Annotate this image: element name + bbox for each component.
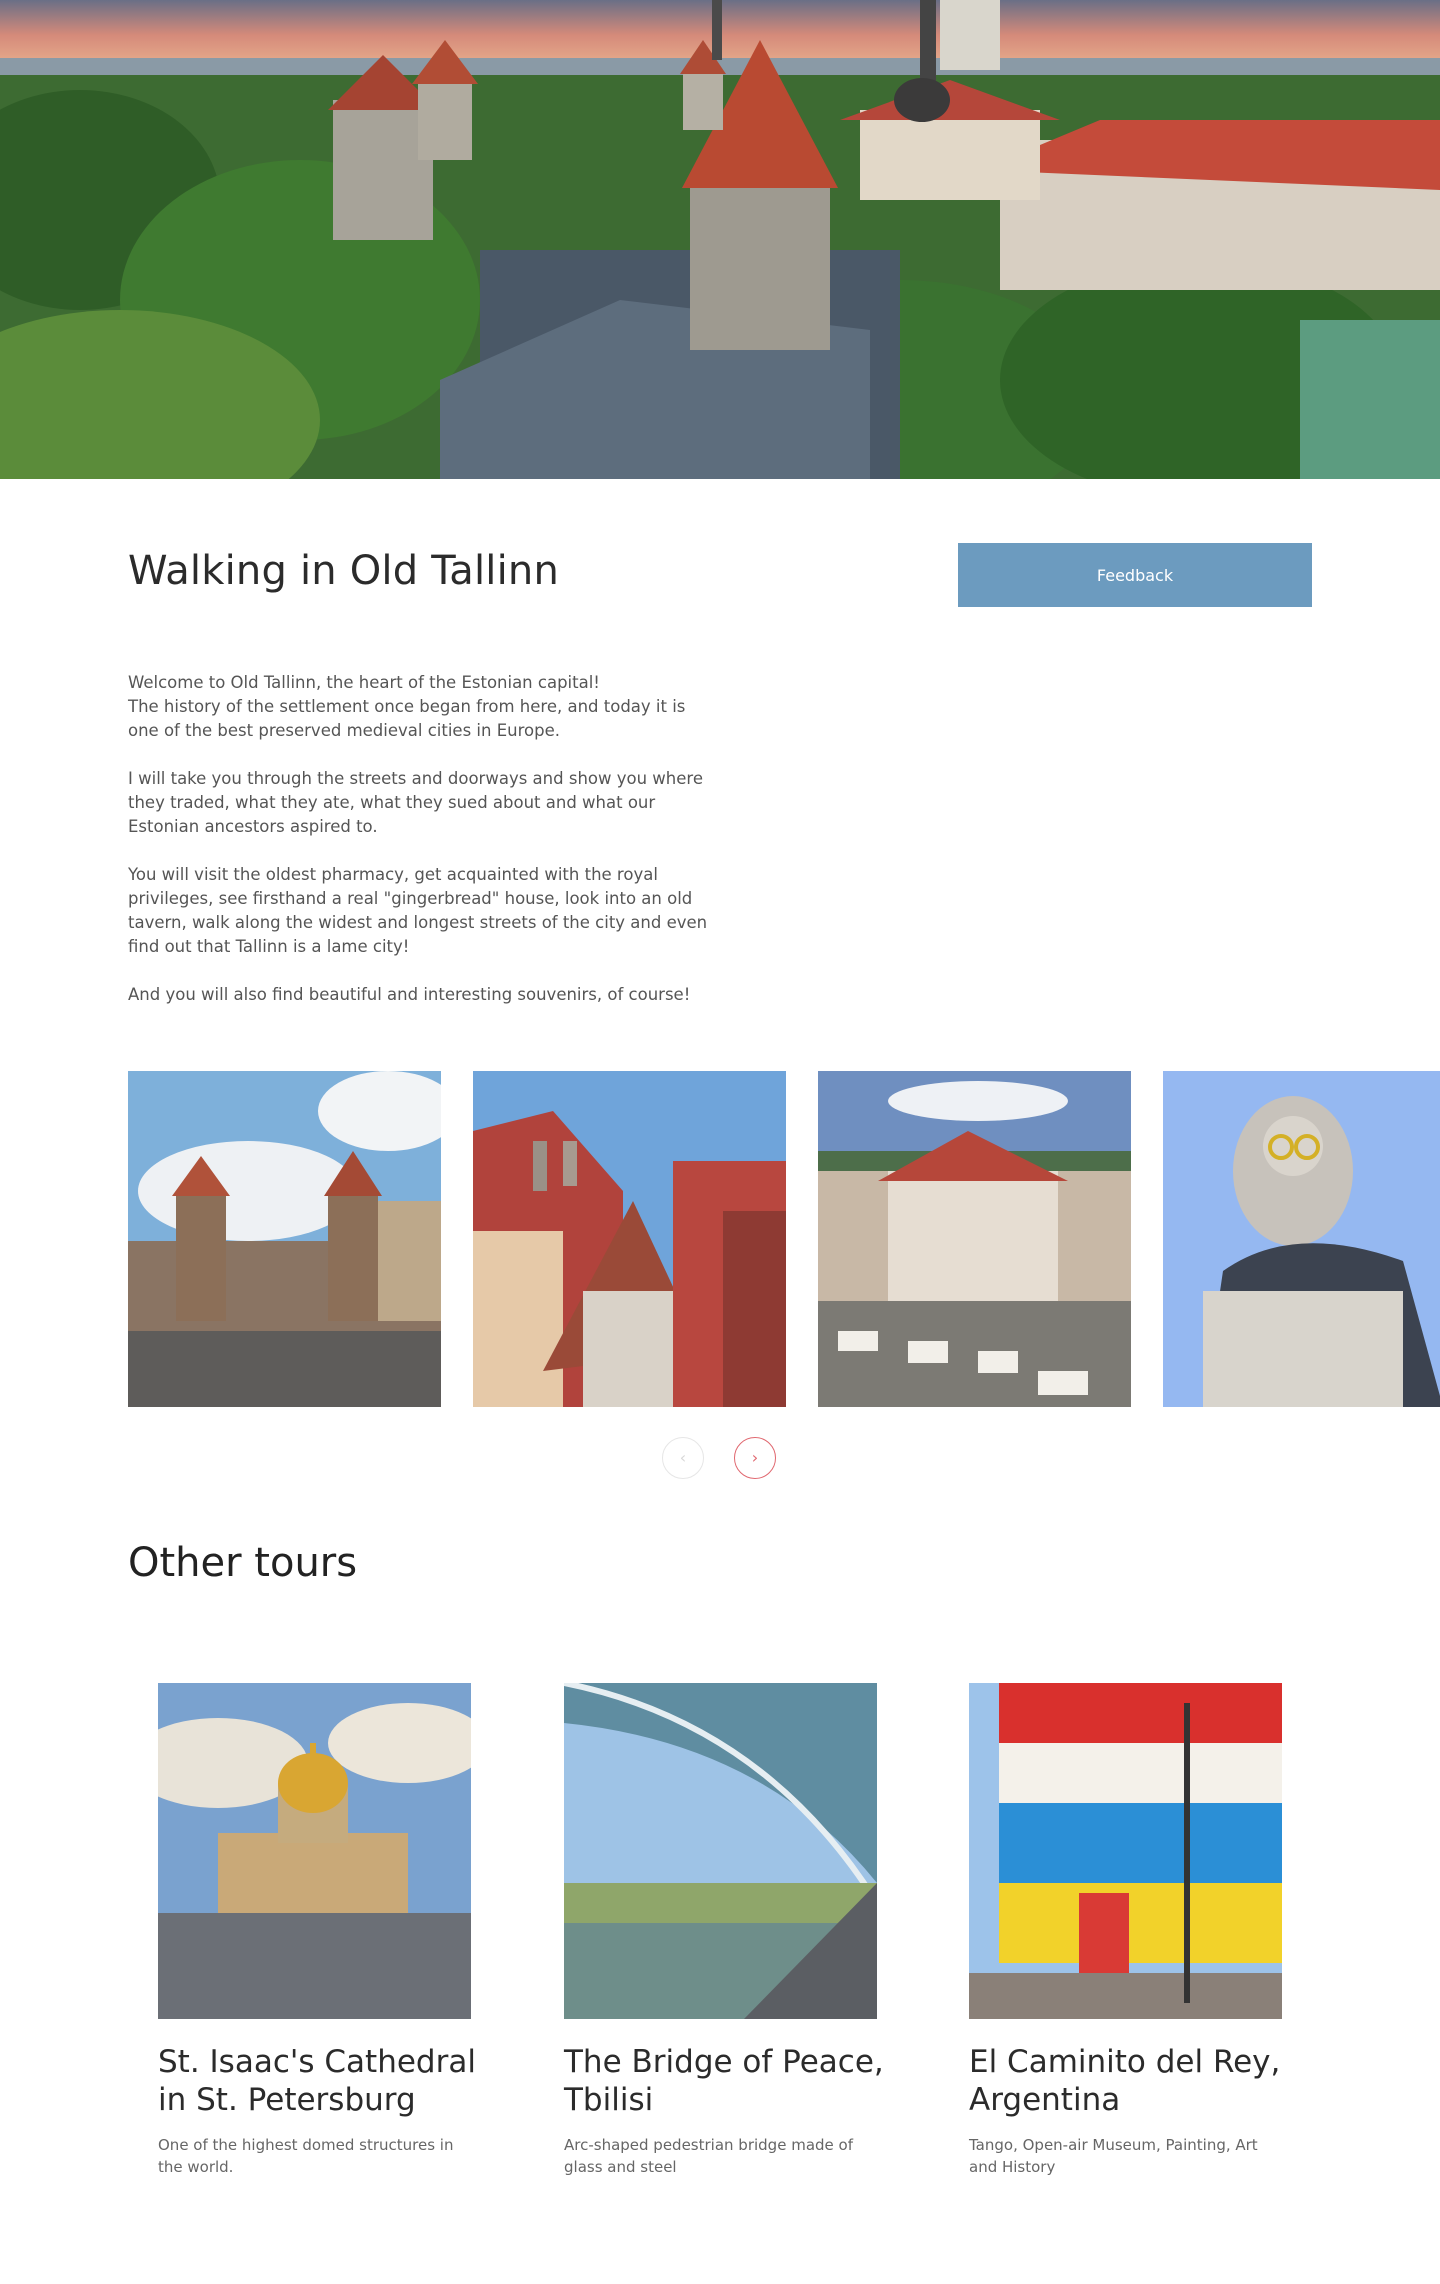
gallery-photo-city-gate[interactable] (128, 1071, 441, 1407)
description-paragraph: I will take you through the streets and … (128, 769, 703, 836)
chevron-right-icon: › (751, 1448, 759, 1467)
feedback-button[interactable]: Feedback (958, 543, 1312, 607)
chevron-left-icon: ‹ (679, 1448, 687, 1467)
tour-description: Tango, Open-air Museum, Painting, Art an… (969, 2136, 1258, 2176)
other-tours-heading: Other tours (128, 1540, 358, 1586)
gallery-prev-button[interactable]: ‹ (662, 1437, 704, 1479)
gallery-next-button[interactable]: › (734, 1437, 776, 1479)
gallery-photo-rooftops[interactable] (473, 1071, 786, 1407)
page-title: Walking in Old Tallinn (128, 548, 560, 594)
tour-image-caminito[interactable] (969, 1683, 1282, 2019)
gallery-photo-statue[interactable] (1163, 1071, 1440, 1407)
hero-image (0, 0, 1440, 479)
tour-card[interactable]: The Bridge of Peace, Tbilisi Arc-shaped … (564, 1683, 884, 2178)
tour-description: Welcome to Old Tallinn, the heart of the… (128, 671, 718, 1031)
tour-image-cathedral[interactable] (158, 1683, 471, 2019)
gallery-photo-town-square[interactable] (818, 1071, 1131, 1407)
photo-gallery[interactable] (128, 1071, 1440, 1407)
tour-title[interactable]: El Caminito del Rey, Argentina (969, 2043, 1299, 2119)
tour-image-bridge[interactable] (564, 1683, 877, 2019)
description-paragraph: You will visit the oldest pharmacy, get … (128, 865, 708, 956)
description-paragraph: Welcome to Old Tallinn, the heart of the… (128, 673, 686, 740)
tour-title[interactable]: St. Isaac's Cathedral in St. Petersburg (158, 2043, 488, 2119)
tour-card[interactable]: El Caminito del Rey, Argentina Tango, Op… (969, 1683, 1282, 2178)
tour-description: One of the highest domed structures in t… (158, 2136, 454, 2176)
description-paragraph: And you will also find beautiful and int… (128, 985, 691, 1004)
tour-title[interactable]: The Bridge of Peace, Tbilisi (564, 2043, 894, 2119)
tour-description: Arc-shaped pedestrian bridge made of gla… (564, 2136, 853, 2176)
tour-card[interactable]: St. Isaac's Cathedral in St. Petersburg … (158, 1683, 476, 2178)
